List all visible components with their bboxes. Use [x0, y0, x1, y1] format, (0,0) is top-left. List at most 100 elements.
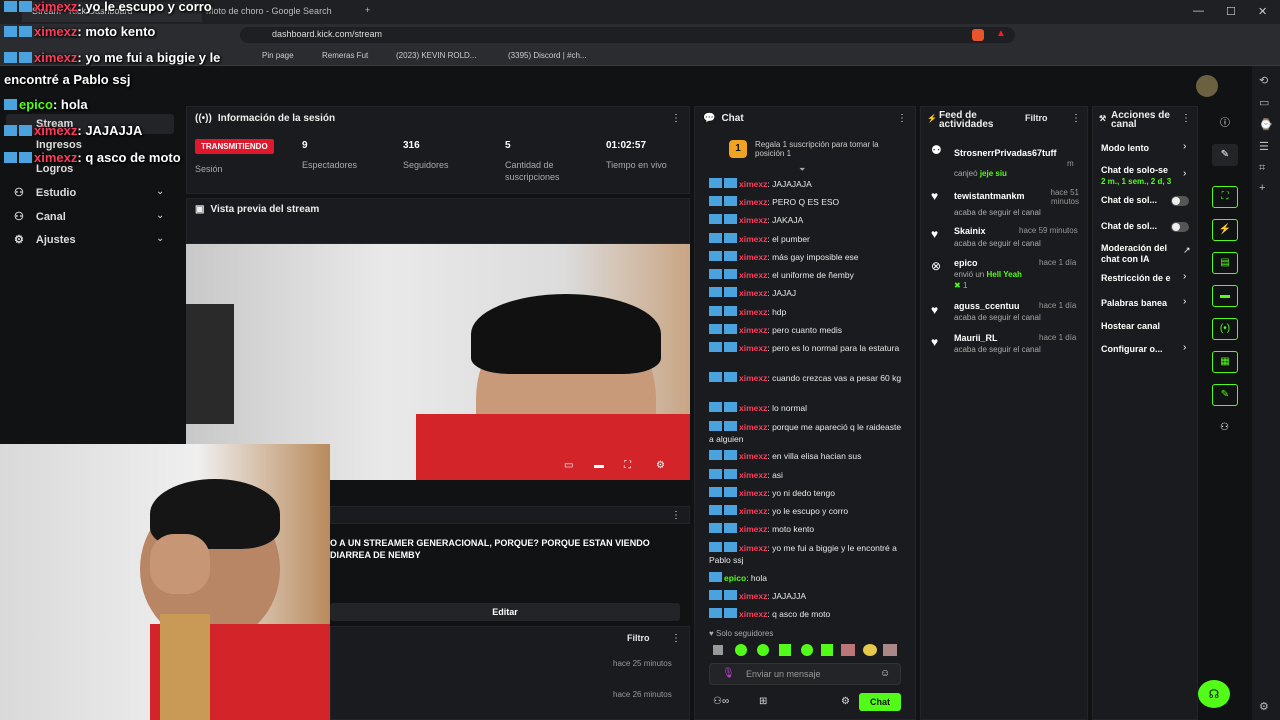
- emote-icon[interactable]: [841, 644, 855, 656]
- feed-user[interactable]: tewistantmankm: [954, 191, 1025, 201]
- chat-username[interactable]: ximexz: [739, 234, 767, 244]
- wallet-icon[interactable]: ▭: [1259, 96, 1269, 109]
- chat-username[interactable]: ximexz: [739, 325, 767, 335]
- external-link-icon[interactable]: ↗: [1183, 245, 1191, 256]
- close-window-button[interactable]: ✕: [1258, 5, 1267, 18]
- action-restriction[interactable]: Restricción de e: [1101, 273, 1171, 284]
- microphone-icon[interactable]: 🎙: [722, 668, 735, 679]
- add-panel-icon[interactable]: +: [1259, 182, 1265, 194]
- bookmark-remeras[interactable]: Remeras Fut: [322, 51, 368, 60]
- edit-pencil-icon[interactable]: ✎: [1212, 144, 1238, 166]
- more-options-icon[interactable]: ⋮: [897, 113, 907, 124]
- reading-list-icon[interactable]: ☰: [1259, 140, 1269, 153]
- sidebar-item-estudio[interactable]: ⚇ Estudio: [14, 186, 76, 199]
- more-options-icon[interactable]: ⋮: [1181, 113, 1191, 124]
- chat-username[interactable]: ximexz: [739, 197, 767, 207]
- wrench-icon[interactable]: ✎: [1212, 384, 1238, 406]
- chat-username[interactable]: ximexz: [739, 343, 767, 353]
- emote-icon[interactable]: [863, 644, 877, 656]
- info-icon[interactable]: ⓘ: [1220, 114, 1230, 129]
- chevron-down-icon[interactable]: ⌄: [156, 233, 164, 244]
- chevron-down-icon[interactable]: ⌄: [156, 210, 164, 221]
- brave-shield-icon[interactable]: [972, 29, 984, 41]
- action-configure[interactable]: Configurar o...: [1101, 344, 1163, 355]
- gift-promo[interactable]: Regala 1 suscripción para tomar la posic…: [755, 140, 895, 158]
- document-icon[interactable]: ▤: [1212, 252, 1238, 274]
- tab-google-search[interactable]: Moto de choro - Google Search: [196, 2, 356, 22]
- chat-username[interactable]: ximexz: [739, 470, 767, 480]
- bookmark-discord[interactable]: (3395) Discord | #ch...: [508, 51, 587, 60]
- minimize-button[interactable]: —: [1193, 5, 1204, 17]
- emote-icon[interactable]: [735, 644, 747, 656]
- users-icon[interactable]: ⚇: [1220, 422, 1229, 433]
- more-options-icon[interactable]: ⋮: [671, 510, 681, 521]
- chat-username[interactable]: ximexz: [739, 403, 767, 413]
- emoji-icon[interactable]: ☺: [880, 668, 890, 679]
- chat-username[interactable]: ximexz: [739, 270, 767, 280]
- action-slow-mode[interactable]: Modo lento: [1101, 143, 1149, 154]
- gear-icon[interactable]: ⚙: [1259, 700, 1269, 713]
- feed-user[interactable]: epico: [954, 258, 978, 268]
- action-banned-words[interactable]: Palabras banea: [1101, 298, 1167, 309]
- broadcast-icon[interactable]: (•): [1212, 318, 1238, 340]
- emote-icon[interactable]: [821, 644, 833, 656]
- feed-filter-button[interactable]: Filtro: [1025, 113, 1048, 123]
- action-ai-moderation[interactable]: Moderación del chat con IA: [1101, 243, 1183, 265]
- feed-user[interactable]: Skainix: [954, 226, 986, 236]
- avatar[interactable]: [1196, 75, 1218, 97]
- chevron-right-icon[interactable]: ›: [1183, 342, 1186, 353]
- feed-user[interactable]: aguss_ccentuu: [954, 301, 1020, 311]
- chat-icon[interactable]: ▬: [1212, 285, 1238, 307]
- send-chat-button[interactable]: Chat: [859, 693, 901, 711]
- feed-user[interactable]: StrosnerrPrivadas67tuff: [954, 148, 1057, 158]
- chevron-right-icon[interactable]: ›: [1183, 296, 1186, 307]
- emote-icon[interactable]: [757, 644, 769, 656]
- emote-icon[interactable]: [801, 644, 813, 656]
- support-headset-icon[interactable]: ☊: [1198, 680, 1230, 708]
- chat-username[interactable]: ximexz: [739, 609, 767, 619]
- bookmark-icon[interactable]: ⌗: [1259, 162, 1265, 175]
- chevron-right-icon[interactable]: ›: [1183, 141, 1186, 152]
- chat-input[interactable]: 🎙 Enviar un mensaje ☺: [709, 663, 901, 685]
- bolt-icon[interactable]: ⚡: [1212, 219, 1238, 241]
- more-options-icon[interactable]: ⋮: [671, 633, 681, 644]
- chevron-right-icon[interactable]: ›: [1183, 271, 1186, 282]
- chat-username[interactable]: ximexz: [739, 524, 767, 534]
- toggle-switch[interactable]: [1171, 222, 1189, 232]
- rewards-icon[interactable]: ▲: [996, 28, 1006, 39]
- chat-username[interactable]: epico: [724, 573, 746, 583]
- action-followers-only[interactable]: Chat de solo-se 2 m., 1 sem., 2 d, 3: [1101, 165, 1183, 187]
- new-tab-button[interactable]: +: [360, 2, 380, 22]
- emote-bar[interactable]: [713, 643, 903, 657]
- edit-button[interactable]: Editar: [330, 603, 680, 621]
- more-options-icon[interactable]: ⋮: [1071, 113, 1081, 124]
- sidebar-item-canal[interactable]: ⚇ Canal: [14, 210, 66, 223]
- chat-username[interactable]: ximexz: [739, 373, 767, 383]
- scan-icon[interactable]: ⛶: [1212, 186, 1238, 208]
- action-emote-only[interactable]: Chat de sol...: [1101, 221, 1157, 232]
- people-icon[interactable]: ⚇∞: [713, 696, 729, 707]
- maximize-button[interactable]: ☐: [1226, 5, 1236, 18]
- chat-username[interactable]: ximexz: [739, 506, 767, 516]
- chat-username[interactable]: ximexz: [739, 543, 767, 553]
- history-icon[interactable]: ⌚: [1259, 118, 1273, 131]
- theater-icon[interactable]: ▬: [594, 460, 604, 471]
- collapse-icon[interactable]: ⏷: [799, 165, 805, 175]
- action-subs-only[interactable]: Chat de sol...: [1101, 195, 1157, 206]
- chevron-down-icon[interactable]: ⌄: [156, 186, 164, 197]
- chat-username[interactable]: ximexz: [739, 591, 767, 601]
- feed-user[interactable]: Maurii_RL: [954, 333, 998, 343]
- chat-username[interactable]: ximexz: [739, 288, 767, 298]
- chat-username[interactable]: ximexz: [739, 252, 767, 262]
- fullscreen-icon[interactable]: ⛶: [624, 460, 631, 471]
- emote-icon[interactable]: [883, 644, 897, 656]
- emote-icon[interactable]: [713, 645, 723, 655]
- action-host[interactable]: Hostear canal: [1101, 321, 1160, 332]
- more-options-icon[interactable]: ⋮: [671, 113, 681, 124]
- chat-username[interactable]: ximexz: [739, 179, 767, 189]
- filter-button[interactable]: Filtro: [627, 633, 650, 643]
- settings-icon[interactable]: ⚙: [656, 460, 665, 471]
- chat-username[interactable]: ximexz: [739, 307, 767, 317]
- bookmark-pin-page[interactable]: Pin page: [262, 51, 294, 60]
- chat-username[interactable]: ximexz: [739, 488, 767, 498]
